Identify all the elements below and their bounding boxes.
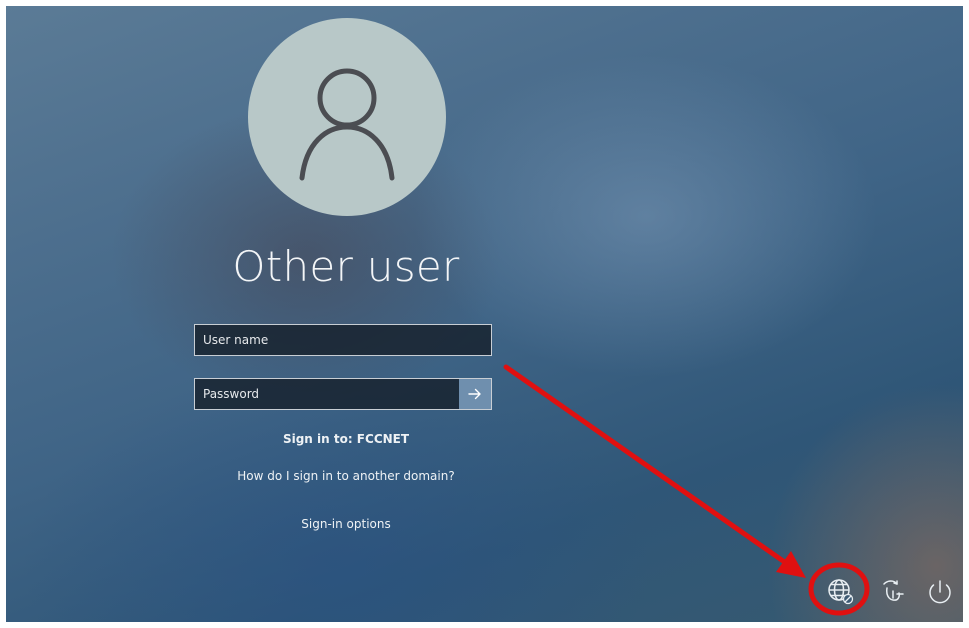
sign-in-domain-label: Sign in to: FCCNET <box>282 432 410 446</box>
person-icon <box>299 68 395 181</box>
username-input[interactable] <box>195 325 491 355</box>
accessibility-icon <box>883 580 904 601</box>
lock-screen: Other user Sign in to: FCCNET How do I s… <box>6 6 963 622</box>
power-button[interactable] <box>920 572 960 612</box>
user-display-name: Other user <box>232 242 460 291</box>
user-avatar <box>248 18 446 216</box>
signin-options-link[interactable]: Sign-in options <box>6 517 686 531</box>
red-arrowhead <box>776 551 806 578</box>
accessibility-button[interactable] <box>872 572 912 612</box>
red-arrow <box>503 364 789 566</box>
password-field-box <box>194 378 492 410</box>
username-field-box <box>194 324 492 356</box>
network-globe-icon <box>828 579 854 605</box>
power-icon <box>929 580 951 604</box>
network-button[interactable] <box>821 572 861 612</box>
domain-help-link[interactable]: How do I sign in to another domain? <box>6 469 686 483</box>
arrow-right-icon <box>468 388 481 400</box>
submit-button[interactable] <box>459 379 491 409</box>
password-input[interactable] <box>195 379 461 409</box>
